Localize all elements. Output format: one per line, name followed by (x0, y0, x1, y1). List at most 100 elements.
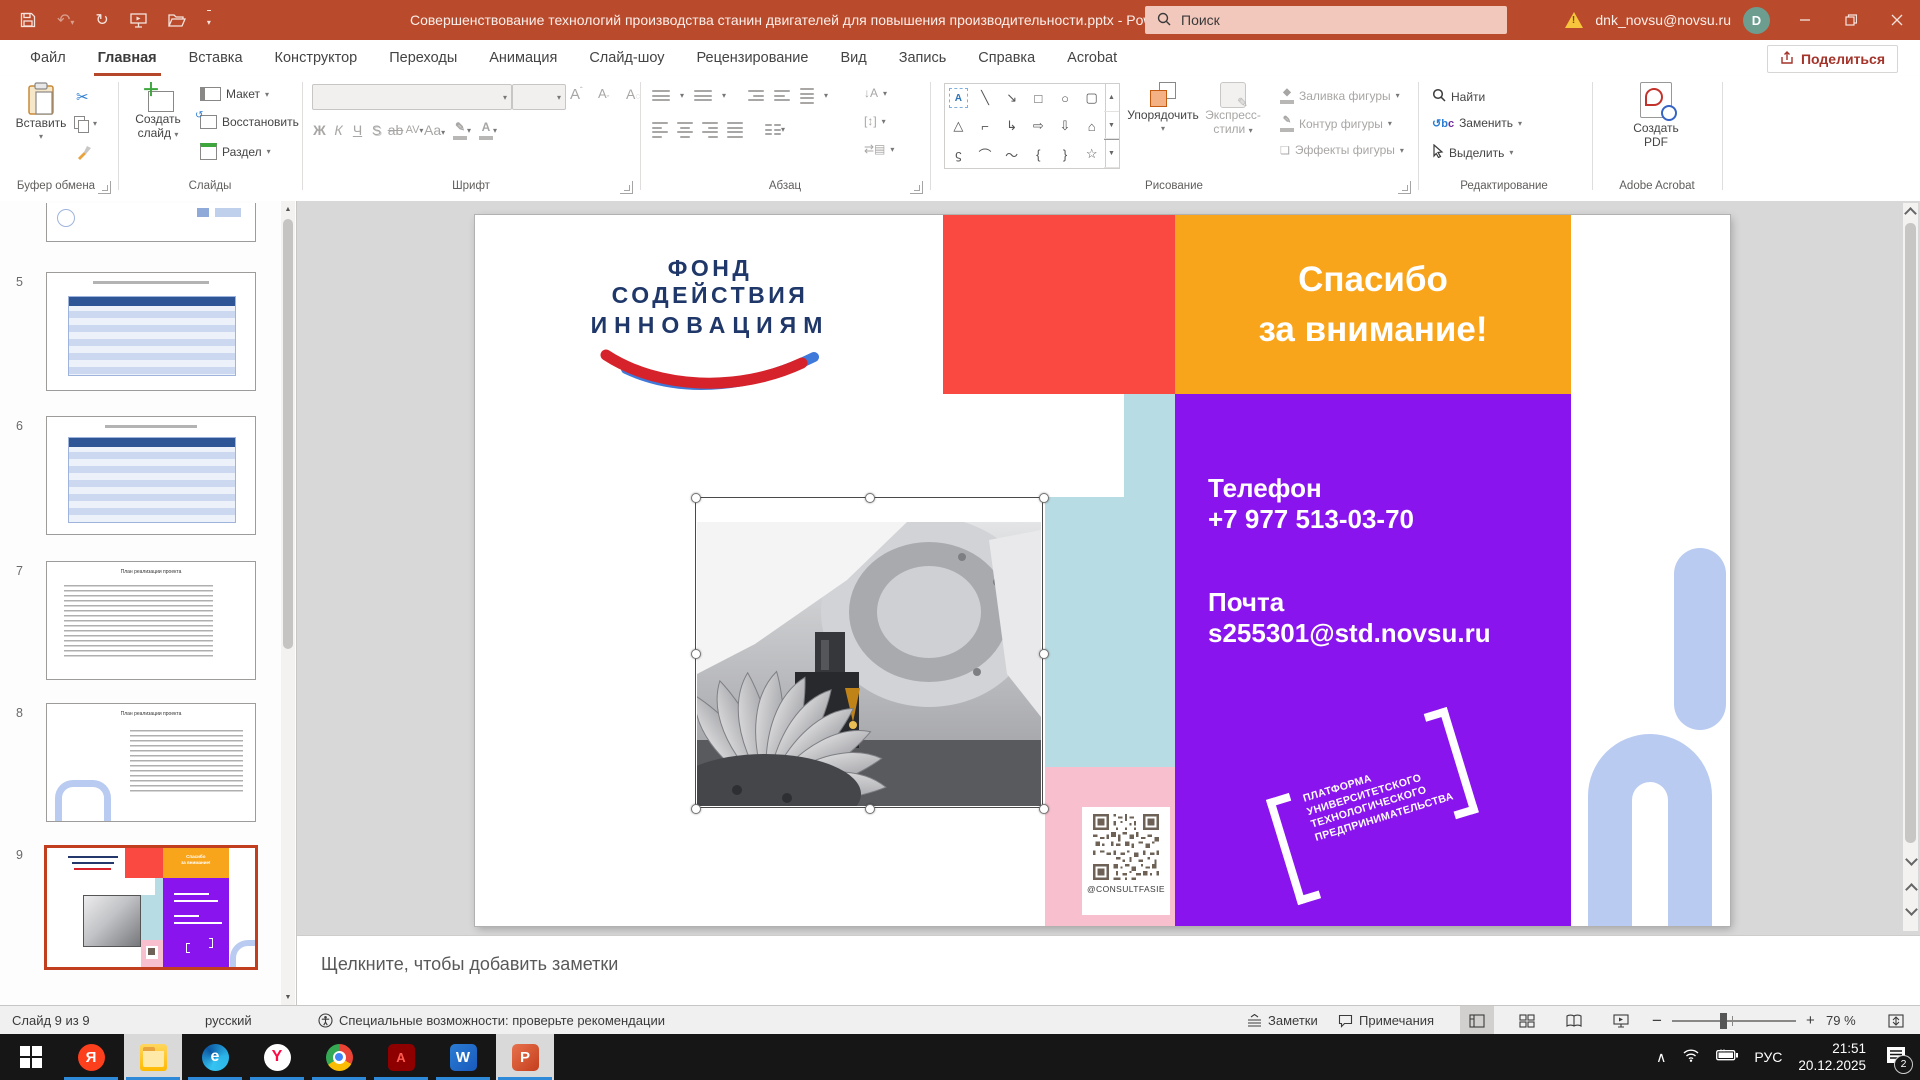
find-button[interactable]: Найти (1432, 88, 1485, 105)
paste-button[interactable]: Вставить▾ (14, 82, 68, 144)
text-shadow-button[interactable]: S (367, 122, 386, 138)
tab-home[interactable]: Главная (82, 40, 173, 76)
shape-effects-button[interactable]: ❏ Эффекты фигуры▾ (1280, 143, 1404, 157)
language-indicator[interactable]: русский (205, 1006, 252, 1035)
shape-left-brace[interactable]: { (1025, 140, 1052, 168)
notes-pane[interactable]: Щелкните, чтобы добавить заметки (297, 935, 1920, 1006)
taskbar-yandex-search-icon[interactable]: Y (248, 1034, 306, 1080)
highlight-color-button[interactable]: ✎ (453, 120, 467, 140)
slide-9[interactable]: ФОНД СОДЕЙСТВИЯ ИННОВАЦИЯМ Спасибо за вн… (475, 215, 1730, 926)
format-painter-button[interactable] (76, 144, 92, 160)
taskbar-edge-icon[interactable]: e (186, 1034, 244, 1080)
thumbnail-slide-4-partial[interactable] (46, 203, 256, 242)
shape-right-arrow[interactable]: ⇨ (1025, 112, 1052, 140)
zoom-out-button[interactable]: − (1652, 1006, 1662, 1035)
shape-elbow[interactable]: ⌐ (972, 112, 999, 140)
thumbnail-scroll-down[interactable]: ▼ (281, 989, 295, 1005)
notes-placeholder[interactable]: Щелкните, чтобы добавить заметки (321, 954, 618, 975)
tab-review[interactable]: Рецензирование (681, 40, 825, 76)
align-right-button[interactable] (702, 122, 718, 138)
canvas-scroll-thumb[interactable] (1905, 223, 1916, 843)
strikethrough-button[interactable]: ab (386, 122, 405, 138)
thumbnail-scroll-up[interactable]: ▲ (281, 201, 295, 217)
thumbnail-scrollbar[interactable]: ▲ ▼ (281, 201, 295, 1005)
shapes-scroll-down[interactable]: ▼ (1104, 112, 1119, 140)
shape-arc[interactable]: ⌒ (972, 140, 999, 168)
reading-view-button[interactable] (1557, 1006, 1591, 1035)
customize-qat-icon[interactable]: ▾ (207, 10, 211, 30)
search-input[interactable]: Поиск (1145, 6, 1507, 34)
font-color-button[interactable]: А (479, 120, 493, 140)
align-text-button[interactable]: [↕]▾ (864, 114, 886, 128)
copy-button[interactable]: ▾ (74, 116, 97, 131)
text-direction-button[interactable]: ↓А▾ (864, 86, 887, 100)
align-center-button[interactable] (677, 122, 693, 138)
tab-help[interactable]: Справка (962, 40, 1051, 76)
share-button[interactable]: Поделиться (1767, 45, 1898, 73)
resize-handle-s[interactable] (865, 804, 875, 814)
justify-button[interactable] (727, 122, 743, 138)
fit-to-window-button[interactable] (1888, 1006, 1904, 1035)
canvas-scroll-down[interactable] (1905, 853, 1918, 866)
shrink-font-button[interactable]: Аˇ (598, 86, 609, 104)
resize-handle-w[interactable] (691, 649, 701, 659)
shape-rounded-rectangle[interactable]: ▢ (1078, 84, 1105, 112)
battery-icon[interactable] (1716, 1048, 1738, 1066)
clock[interactable]: 21:51 20.12.2025 (1798, 1040, 1866, 1074)
thumbnail-slide-5[interactable] (46, 272, 256, 391)
drawing-dialog-launcher[interactable] (1398, 181, 1411, 194)
convert-smartart-button[interactable]: ⇄▤▾ (864, 142, 894, 156)
resize-handle-e[interactable] (1039, 649, 1049, 659)
tray-expand-icon[interactable]: ∧ (1656, 1049, 1666, 1066)
paragraph-dialog-launcher[interactable] (910, 181, 923, 194)
comments-toggle[interactable]: Примечания (1338, 1006, 1434, 1035)
normal-view-button[interactable] (1460, 1006, 1494, 1035)
resize-handle-se[interactable] (1039, 804, 1049, 814)
decrease-indent-button[interactable] (748, 90, 764, 101)
resize-handle-n[interactable] (865, 493, 875, 503)
account-email[interactable]: dnk_novsu@novsu.ru (1595, 12, 1731, 28)
columns-button[interactable] (765, 124, 772, 135)
notes-toggle[interactable]: Заметки (1247, 1006, 1318, 1035)
shape-rectangle[interactable]: □ (1025, 84, 1052, 112)
taskbar-file-explorer-icon[interactable] (124, 1034, 182, 1080)
tab-design[interactable]: Конструктор (259, 40, 374, 76)
shape-oval[interactable]: ○ (1052, 84, 1079, 112)
thumbnail-slide-7[interactable]: План реализации проекта (46, 561, 256, 680)
font-name-combo[interactable]: ▾ (312, 84, 512, 110)
thumbnail-slide-6[interactable] (46, 416, 256, 535)
quick-styles-button[interactable]: ✎ Экспресс- стили ▾ (1200, 82, 1266, 138)
shape-textbox[interactable]: А (949, 88, 968, 108)
tab-animations[interactable]: Анимация (473, 40, 573, 76)
underline-button[interactable]: Ч (348, 122, 367, 138)
select-button[interactable]: Выделить▾ (1432, 144, 1513, 161)
undo-icon[interactable]: ↶▾ (57, 10, 74, 30)
resize-handle-nw[interactable] (691, 493, 701, 503)
replace-button[interactable]: ↺bc Заменить▾ (1432, 116, 1522, 130)
shape-triangle[interactable]: △ (945, 112, 972, 140)
tab-acrobat[interactable]: Acrobat (1051, 40, 1133, 76)
thumbnail-slide-9-selected[interactable]: Спасибоза внимание! (44, 845, 258, 970)
tab-view[interactable]: Вид (824, 40, 882, 76)
clear-formatting-button[interactable]: А◌ (626, 86, 641, 102)
language-switcher[interactable]: РУС (1754, 1049, 1782, 1065)
cut-button[interactable]: ✂ (76, 88, 89, 106)
clipboard-dialog-launcher[interactable] (98, 181, 111, 194)
shapes-scroll-up[interactable]: ▲ (1104, 84, 1119, 112)
shape-curve[interactable]: ～ (998, 140, 1025, 168)
restore-button[interactable] (1828, 0, 1874, 40)
taskbar-powerpoint-icon[interactable]: P (496, 1034, 554, 1080)
slide-counter[interactable]: Слайд 9 из 9 (12, 1006, 90, 1035)
avatar[interactable]: D (1743, 7, 1770, 34)
previous-slide-button[interactable] (1905, 883, 1918, 896)
close-button[interactable] (1874, 0, 1920, 40)
canvas-scrollbar[interactable] (1903, 203, 1918, 931)
zoom-in-button[interactable]: + (1806, 1006, 1815, 1035)
resize-handle-ne[interactable] (1039, 493, 1049, 503)
shape-down-arrow[interactable]: ⇩ (1052, 112, 1079, 140)
bold-button[interactable]: Ж (310, 122, 329, 138)
shape-pentagon[interactable]: ⌂ (1078, 112, 1105, 140)
new-slide-button[interactable]: ＋ Создать слайд ▾ (128, 82, 188, 142)
taskbar-yandex-browser-icon[interactable]: Я (62, 1034, 120, 1080)
accessibility-status[interactable]: Специальные возможности: проверьте реком… (318, 1006, 665, 1035)
